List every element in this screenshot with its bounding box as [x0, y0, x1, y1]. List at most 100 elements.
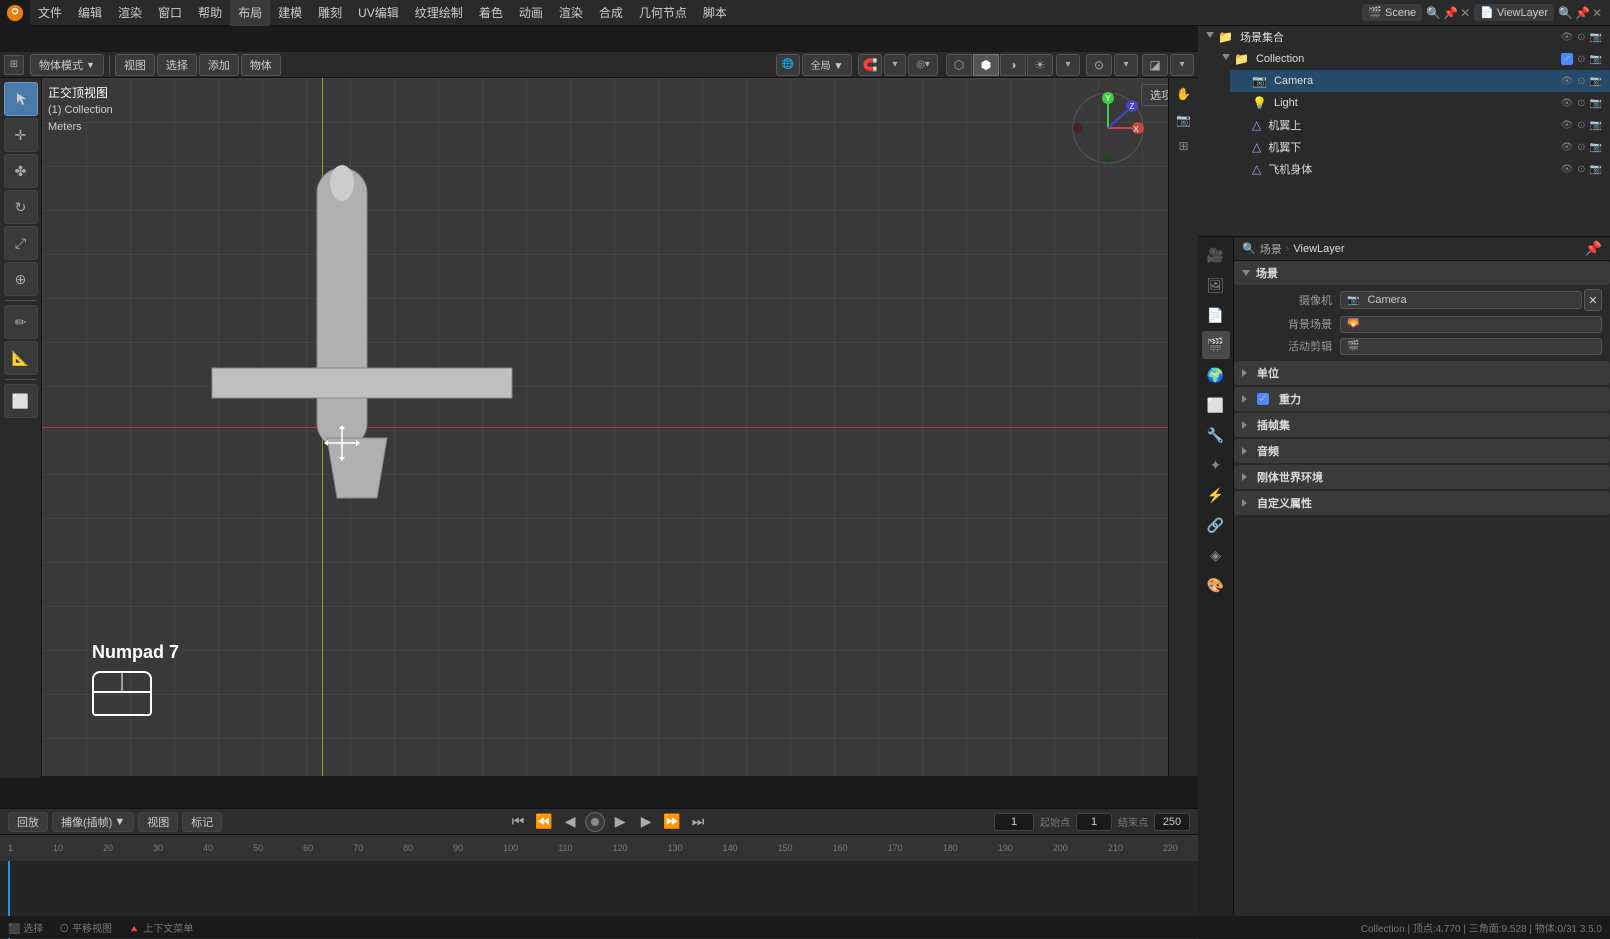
sc-visible-icon[interactable]: 👁: [1560, 32, 1573, 43]
menu-geometry-nodes[interactable]: 几何节点: [631, 0, 695, 26]
menu-uv[interactable]: UV编辑: [350, 0, 407, 26]
menu-sculpt[interactable]: 雕刻: [310, 0, 350, 26]
sc-render-icon[interactable]: 📷: [1590, 32, 1602, 43]
overlay-dropdown-btn[interactable]: ▾: [1114, 54, 1138, 76]
menu-help[interactable]: 帮助: [190, 0, 230, 26]
camera-prop-value[interactable]: 📷 Camera: [1340, 291, 1582, 309]
menu-render2[interactable]: 渲染: [551, 0, 591, 26]
timeline-ruler[interactable]: 1 10 20 30 40 50 60 70 80 90 100 110 120…: [0, 835, 1198, 861]
transform-tool-btn[interactable]: ⊕: [4, 262, 38, 296]
airplane-object[interactable]: [172, 158, 552, 541]
menu-render[interactable]: 渲染: [110, 0, 150, 26]
pan-tool-icon[interactable]: ✋: [1172, 82, 1196, 106]
outliner-item-camera[interactable]: 📷 Camera 👁 ⊙ 📷: [1230, 70, 1610, 92]
viewlayer-breadcrumb-item[interactable]: ViewLayer: [1293, 243, 1344, 255]
props-pin-icon[interactable]: 📌: [1585, 240, 1602, 257]
snap-dropdown-icon[interactable]: ▾: [884, 54, 906, 76]
keying-btn[interactable]: 捕像(插帧) ▼: [52, 812, 134, 832]
view-menu[interactable]: 视图: [115, 54, 155, 76]
collapse-arrow[interactable]: [1206, 32, 1214, 42]
3d-viewport[interactable]: 正交顶视图 (1) Collection Meters 选项▼ X Y Z: [42, 78, 1198, 776]
jump-end-btn[interactable]: ⏭: [687, 811, 709, 833]
menu-shading[interactable]: 着色: [471, 0, 511, 26]
start-frame-input[interactable]: [1076, 813, 1112, 831]
scene-breadcrumb-item[interactable]: 场景: [1260, 241, 1282, 257]
outliner-item-collection[interactable]: 📁 Collection ✓ ⊙ 📷: [1214, 48, 1610, 70]
wt-render-icon[interactable]: 📷: [1590, 120, 1602, 131]
bg-scene-value[interactable]: 🌄: [1340, 316, 1602, 333]
data-props-icon[interactable]: ◈: [1202, 541, 1230, 569]
overlay-btn[interactable]: ⊙: [1086, 54, 1112, 76]
outliner-item-scene-collection[interactable]: 📁 场景集合 👁 ⊙ 📷: [1198, 26, 1610, 48]
section-custom-header[interactable]: 自定义属性: [1234, 491, 1610, 515]
wt-visible-icon[interactable]: 👁: [1560, 120, 1573, 131]
add-menu[interactable]: 添加: [199, 54, 239, 76]
section-audio-header[interactable]: 音频: [1234, 439, 1610, 463]
scene-search-icon[interactable]: 🔍: [1426, 6, 1441, 20]
output-props-icon[interactable]: 🖼: [1202, 271, 1230, 299]
rendered-mode-btn[interactable]: ☀: [1027, 54, 1053, 76]
menu-modeling[interactable]: 建模: [270, 0, 310, 26]
workspace-grid-icon[interactable]: ⊞: [4, 55, 24, 75]
move-tool-btn[interactable]: ✤: [4, 154, 38, 188]
cursor-tool-btn[interactable]: ✛: [4, 118, 38, 152]
xray-btn[interactable]: ◪: [1142, 54, 1168, 76]
object-props-icon[interactable]: ⬜: [1202, 391, 1230, 419]
fb-select-icon[interactable]: ⊙: [1577, 164, 1585, 175]
light-render-icon[interactable]: 📷: [1590, 98, 1602, 109]
outliner-item-wing-top[interactable]: △ 机翼上 👁 ⊙ 📷: [1230, 114, 1610, 136]
material-props-icon[interactable]: 🎨: [1202, 571, 1230, 599]
vl-search-icon[interactable]: 🔍: [1558, 6, 1573, 20]
wireframe-mode-btn[interactable]: ⬡: [946, 54, 972, 76]
blender-logo[interactable]: [0, 0, 30, 26]
next-keyframe-btn[interactable]: ▶: [635, 811, 657, 833]
camera-icon[interactable]: 📷: [1172, 108, 1196, 132]
wb-render-icon[interactable]: 📷: [1590, 142, 1602, 153]
viewlayer-selector[interactable]: 📄 ViewLayer: [1474, 4, 1554, 21]
step-back-btn[interactable]: ⏪: [533, 811, 555, 833]
add-cube-tool-btn[interactable]: ⬜: [4, 384, 38, 418]
section-scene-header[interactable]: 场景: [1234, 261, 1610, 285]
wb-visible-icon[interactable]: 👁: [1560, 142, 1573, 153]
playback-btn[interactable]: 回放: [8, 812, 48, 832]
jump-start-btn[interactable]: ⏮: [507, 811, 529, 833]
modifier-props-icon[interactable]: 🔧: [1202, 421, 1230, 449]
current-frame-input[interactable]: [994, 813, 1034, 831]
menu-animation[interactable]: 动画: [511, 0, 551, 26]
light-select-icon[interactable]: ⊙: [1577, 98, 1585, 109]
select-menu[interactable]: 选择: [157, 54, 197, 76]
play-record-btn[interactable]: [585, 812, 605, 832]
xray-dropdown-btn[interactable]: ▾: [1170, 54, 1194, 76]
solid-mode-btn[interactable]: ⬢: [973, 54, 999, 76]
select-tool-btn[interactable]: [4, 82, 38, 116]
rotate-tool-btn[interactable]: ↻: [4, 190, 38, 224]
scale-tool-btn[interactable]: ⤢: [4, 226, 38, 260]
menu-scripting[interactable]: 脚本: [695, 0, 735, 26]
cam-render-icon[interactable]: 📷: [1590, 76, 1602, 87]
scene-props-icon active[interactable]: 🎬: [1202, 331, 1230, 359]
section-keying-header[interactable]: 插帧集: [1234, 413, 1610, 437]
material-mode-btn[interactable]: ◑: [1000, 54, 1026, 76]
coll-render-icon[interactable]: 📷: [1590, 54, 1602, 65]
vl-pin-icon[interactable]: 📌: [1575, 6, 1590, 20]
sc-select-icon[interactable]: ⊙: [1577, 32, 1585, 43]
outliner-item-fuselage[interactable]: △ 飞机身体 👁 ⊙ 📷: [1230, 158, 1610, 180]
measure-tool-btn[interactable]: 📐: [4, 341, 38, 375]
camera-clear-btn[interactable]: ✕: [1584, 289, 1602, 311]
global-mode-label[interactable]: 全局 ▼: [802, 54, 852, 76]
vl-close-icon[interactable]: ✕: [1592, 6, 1602, 20]
menu-compositing[interactable]: 合成: [591, 0, 631, 26]
marker-btn[interactable]: 标记: [182, 812, 222, 832]
menu-window[interactable]: 窗口: [150, 0, 190, 26]
menu-texture[interactable]: 纹理绘制: [407, 0, 471, 26]
world-props-icon[interactable]: 🌍: [1202, 361, 1230, 389]
fb-render-icon[interactable]: 📷: [1590, 164, 1602, 175]
section-rigidbody-header[interactable]: 刚体世界环境: [1234, 465, 1610, 489]
outliner-item-light[interactable]: 💡 Light 👁 ⊙ 📷: [1230, 92, 1610, 114]
step-fwd-btn[interactable]: ⏩: [661, 811, 683, 833]
active-clip-value[interactable]: 🎬: [1340, 338, 1602, 355]
prev-keyframe-btn[interactable]: ◀: [559, 811, 581, 833]
render-props-icon[interactable]: 🎥: [1202, 241, 1230, 269]
physics-props-icon[interactable]: ⚡: [1202, 481, 1230, 509]
wt-select-icon[interactable]: ⊙: [1577, 120, 1585, 131]
